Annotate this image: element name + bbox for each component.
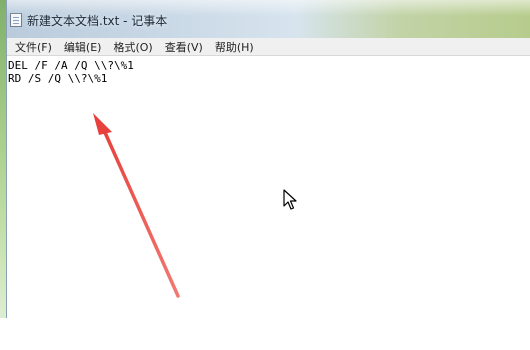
editor-line[interactable]: RD /S /Q \\?\%1 <box>8 72 530 85</box>
menu-view[interactable]: 查看(V) <box>159 39 209 55</box>
editor-line[interactable]: DEL /F /A /Q \\?\%1 <box>8 59 530 72</box>
window-title: 新建文本文档.txt - 记事本 <box>27 14 168 28</box>
menu-help[interactable]: 帮助(H) <box>209 39 260 55</box>
text-editor-area[interactable]: DEL /F /A /Q \\?\%1 RD /S /Q \\?\%1 <box>7 56 530 318</box>
mouse-cursor-icon <box>283 189 297 210</box>
menu-format[interactable]: 格式(O) <box>107 39 158 55</box>
menu-bar: 文件(F) 编辑(E) 格式(O) 查看(V) 帮助(H) <box>7 38 530 56</box>
menu-edit[interactable]: 编辑(E) <box>58 39 108 55</box>
notepad-window: 新建文本文档.txt - 记事本 文件(F) 编辑(E) 格式(O) 查看(V)… <box>6 0 530 318</box>
title-bar[interactable]: 新建文本文档.txt - 记事本 <box>7 0 530 38</box>
bottom-blank-area <box>0 318 530 350</box>
notepad-icon[interactable] <box>10 13 22 27</box>
menu-file[interactable]: 文件(F) <box>9 39 58 55</box>
